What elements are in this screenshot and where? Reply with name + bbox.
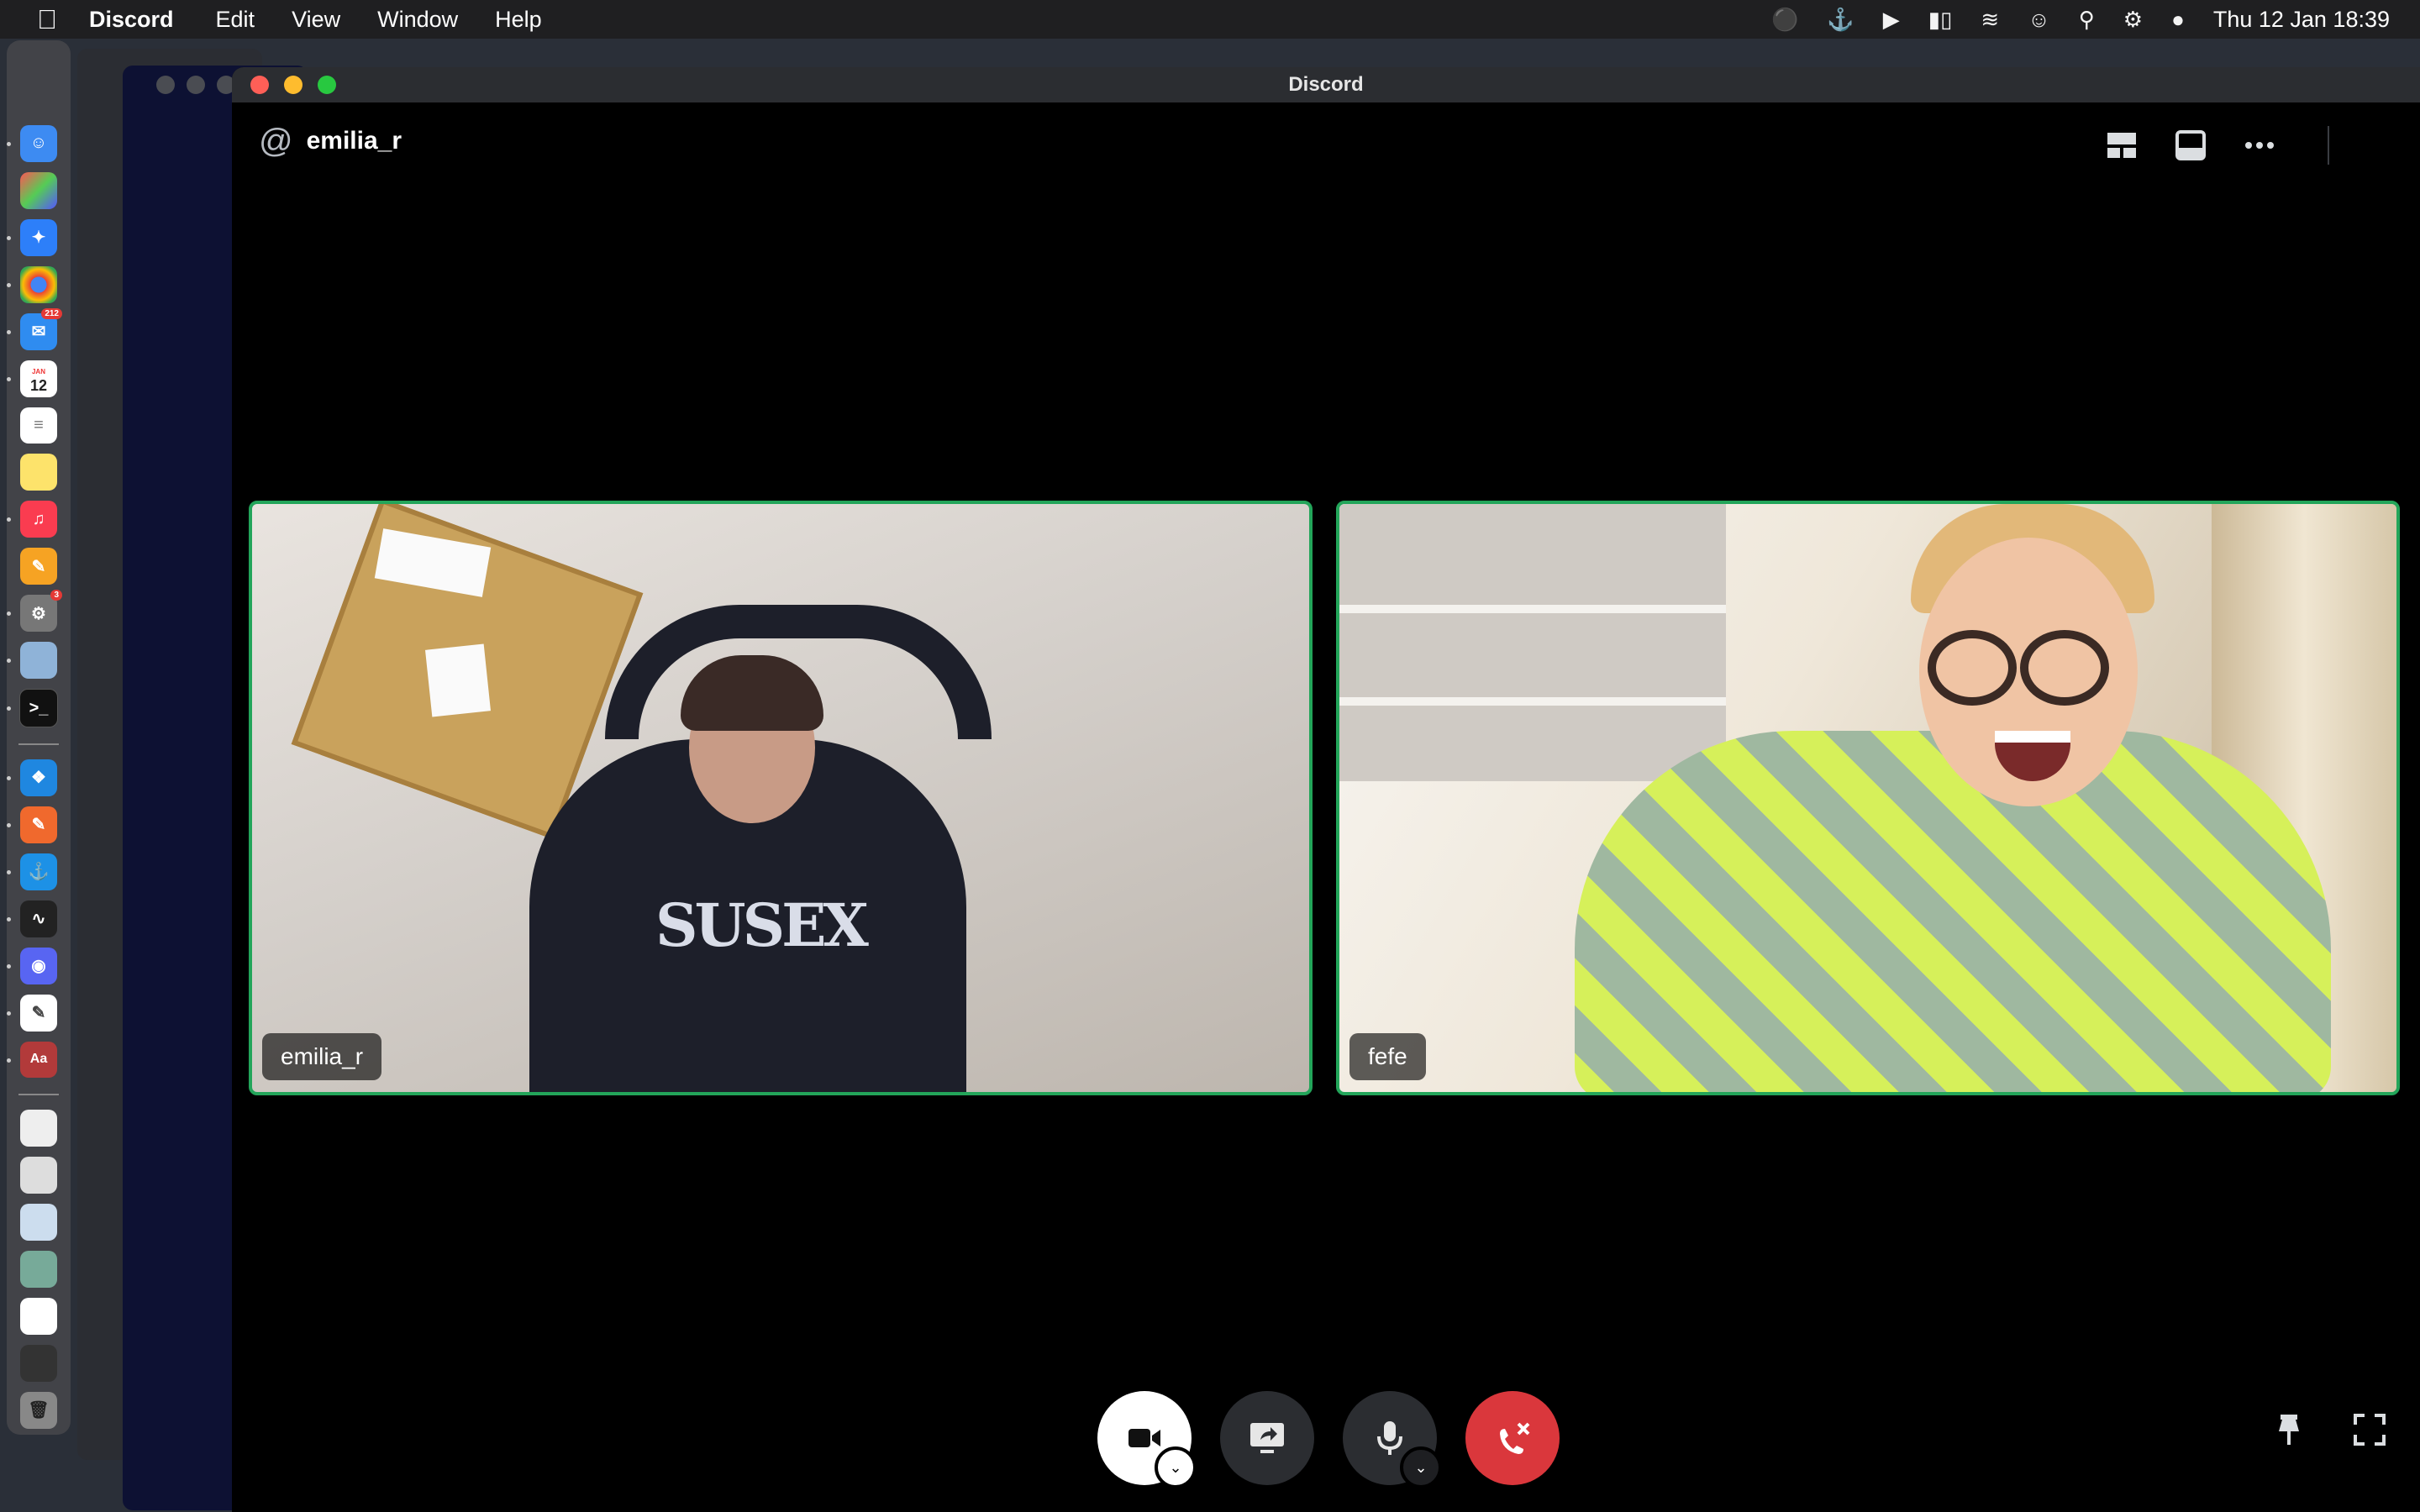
dm-channel-name: emilia_r [306,127,402,155]
control-center-icon[interactable]: ⚙ [2123,7,2143,33]
play-status-icon[interactable]: ▶ [1883,7,1900,33]
calendar-icon[interactable]: JAN 12 [7,360,57,397]
window-title: Discord [1288,73,1364,96]
video-camera-icon [1128,1429,1160,1447]
battery-icon[interactable]: ▮▯ [1928,7,1953,33]
microphone-button[interactable]: ⌄ [1343,1391,1442,1488]
video-feed-bookshelf [1339,504,1726,781]
glasses-shape [1928,630,2017,706]
docker-icon[interactable]: ⚓ [7,853,57,890]
menu-view[interactable]: View [292,7,340,33]
camera-options-chevron-icon[interactable]: ⌄ [1155,1446,1197,1488]
notes-icon[interactable] [20,454,57,491]
trash-icon[interactable]: 🗑 [20,1391,57,1429]
video-tile-emilia[interactable]: SUSEX emilia_r [249,501,1313,1095]
toolbar-divider [2328,126,2329,165]
screen-share-icon [1250,1423,1284,1453]
menu-app-name[interactable]: Discord [89,7,174,33]
end-call-phone-icon [1500,1422,1530,1454]
camera-toggle-button[interactable]: ⌄ [1097,1391,1197,1488]
pin-icon [2279,1415,2299,1445]
grid-layout-icon [2107,133,2136,158]
fullscreen-icon [2354,1414,2386,1446]
terminal-icon[interactable]: >_ [7,689,58,727]
more-dots-icon [2245,142,2274,149]
reminders-icon[interactable]: ≡ [20,407,57,444]
status-area: ⚫ ⚓ ▶ ▮▯ ≋ ☺ ⚲ ⚙ ● Thu 12 Jan 18:39 [1771,0,2390,39]
fullscreen-button[interactable] [2349,1410,2390,1450]
vscode-icon[interactable]: ❖ [7,759,57,796]
inbox-button[interactable] [2173,128,2208,163]
chrome-icon[interactable] [7,265,57,303]
end-call-button[interactable] [1465,1391,1560,1485]
background-window-controls [156,76,235,94]
maximize-window-button[interactable] [318,76,336,94]
preview-icon[interactable] [7,642,57,680]
discord-icon[interactable]: ◉ [7,947,57,984]
siri-icon[interactable]: ● [2171,7,2185,33]
window-titlebar[interactable]: Discord [232,67,2420,102]
window-stack-icon[interactable] [20,1298,57,1336]
finder-icon[interactable]: ☺ [7,125,57,162]
downloads-stack-icon[interactable] [20,1345,57,1382]
discord-window: Discord @ emilia_r SUSEX emilia_r fefe ⌄… [232,67,2420,1512]
pages-icon[interactable]: ✎ [20,548,57,585]
video-feed-person [1575,731,2331,1092]
user-account-icon[interactable]: ☺ [2028,7,2050,33]
status-app-icon[interactable]: ⚫ [1771,7,1798,33]
spotlight-search-icon[interactable]: ⚲ [2079,7,2095,33]
music-icon[interactable]: ♫ [7,501,57,538]
mail-icon[interactable]: ✉ 212 [7,307,62,350]
minimize-window-button[interactable] [284,76,302,94]
inbox-icon [2175,130,2206,160]
settings-badge: 3 [50,590,62,601]
apple-menu-icon[interactable]:  [30,4,64,35]
screen-share-button[interactable] [1220,1391,1314,1485]
call-toolbar [2104,126,2329,165]
more-options-button[interactable] [2242,128,2277,163]
call-header: @ emilia_r [259,124,402,158]
at-mention-icon: @ [259,123,293,160]
docker-status-icon[interactable]: ⚓ [1827,7,1854,33]
participant-name-label: fefe [1349,1033,1426,1080]
menu-help[interactable]: Help [495,7,542,33]
window-controls [250,76,336,94]
call-controls: ⌄ ⌄ [1097,1391,1560,1488]
document-stack-icon[interactable] [20,1110,57,1147]
launchpad-icon[interactable] [20,171,57,209]
safari-icon[interactable]: ✦ [7,218,57,256]
menu-window[interactable]: Window [377,7,458,33]
image-stack-icon[interactable] [20,1251,57,1289]
system-settings-icon[interactable]: ⚙ 3 [7,590,62,633]
dock-separator [18,1094,59,1096]
menu-edit[interactable]: Edit [216,7,255,33]
mail-badge: 212 [41,307,62,319]
pencil-app-icon[interactable]: ✎ [7,806,57,843]
activity-monitor-icon[interactable]: ∿ [7,900,57,937]
corner-controls [2269,1410,2390,1450]
close-window-button[interactable] [250,76,269,94]
screenshot-stack-icon[interactable] [20,1157,57,1194]
pop-out-button[interactable] [2269,1410,2309,1450]
dictionary-icon[interactable]: Aa [7,1041,57,1079]
microphone-options-chevron-icon[interactable]: ⌄ [1400,1446,1442,1488]
dock: ☺ ✦ ✉ 212 JAN 12 ≡ ♫ ✎ ⚙ 3 >_ ❖ ✎ ⚓ ∿ ◉ ✎ A… [7,40,71,1435]
layout-grid-button[interactable] [2104,128,2139,163]
dock-separator [18,743,59,745]
video-tile-fefe[interactable]: fefe [1336,501,2400,1095]
hoodie-print: SUSEX [655,890,869,960]
screenshot-stack-icon[interactable] [20,1204,57,1242]
wifi-icon[interactable]: ≋ [1981,7,1999,33]
menu-bar:  Discord Edit View Window Help ⚫ ⚓ ▶ ▮▯… [0,0,2420,39]
participant-name-label: emilia_r [262,1033,382,1080]
textedit-icon[interactable]: ✎ [7,994,57,1032]
microphone-icon [1377,1421,1402,1455]
menu-clock[interactable]: Thu 12 Jan 18:39 [2213,7,2390,33]
